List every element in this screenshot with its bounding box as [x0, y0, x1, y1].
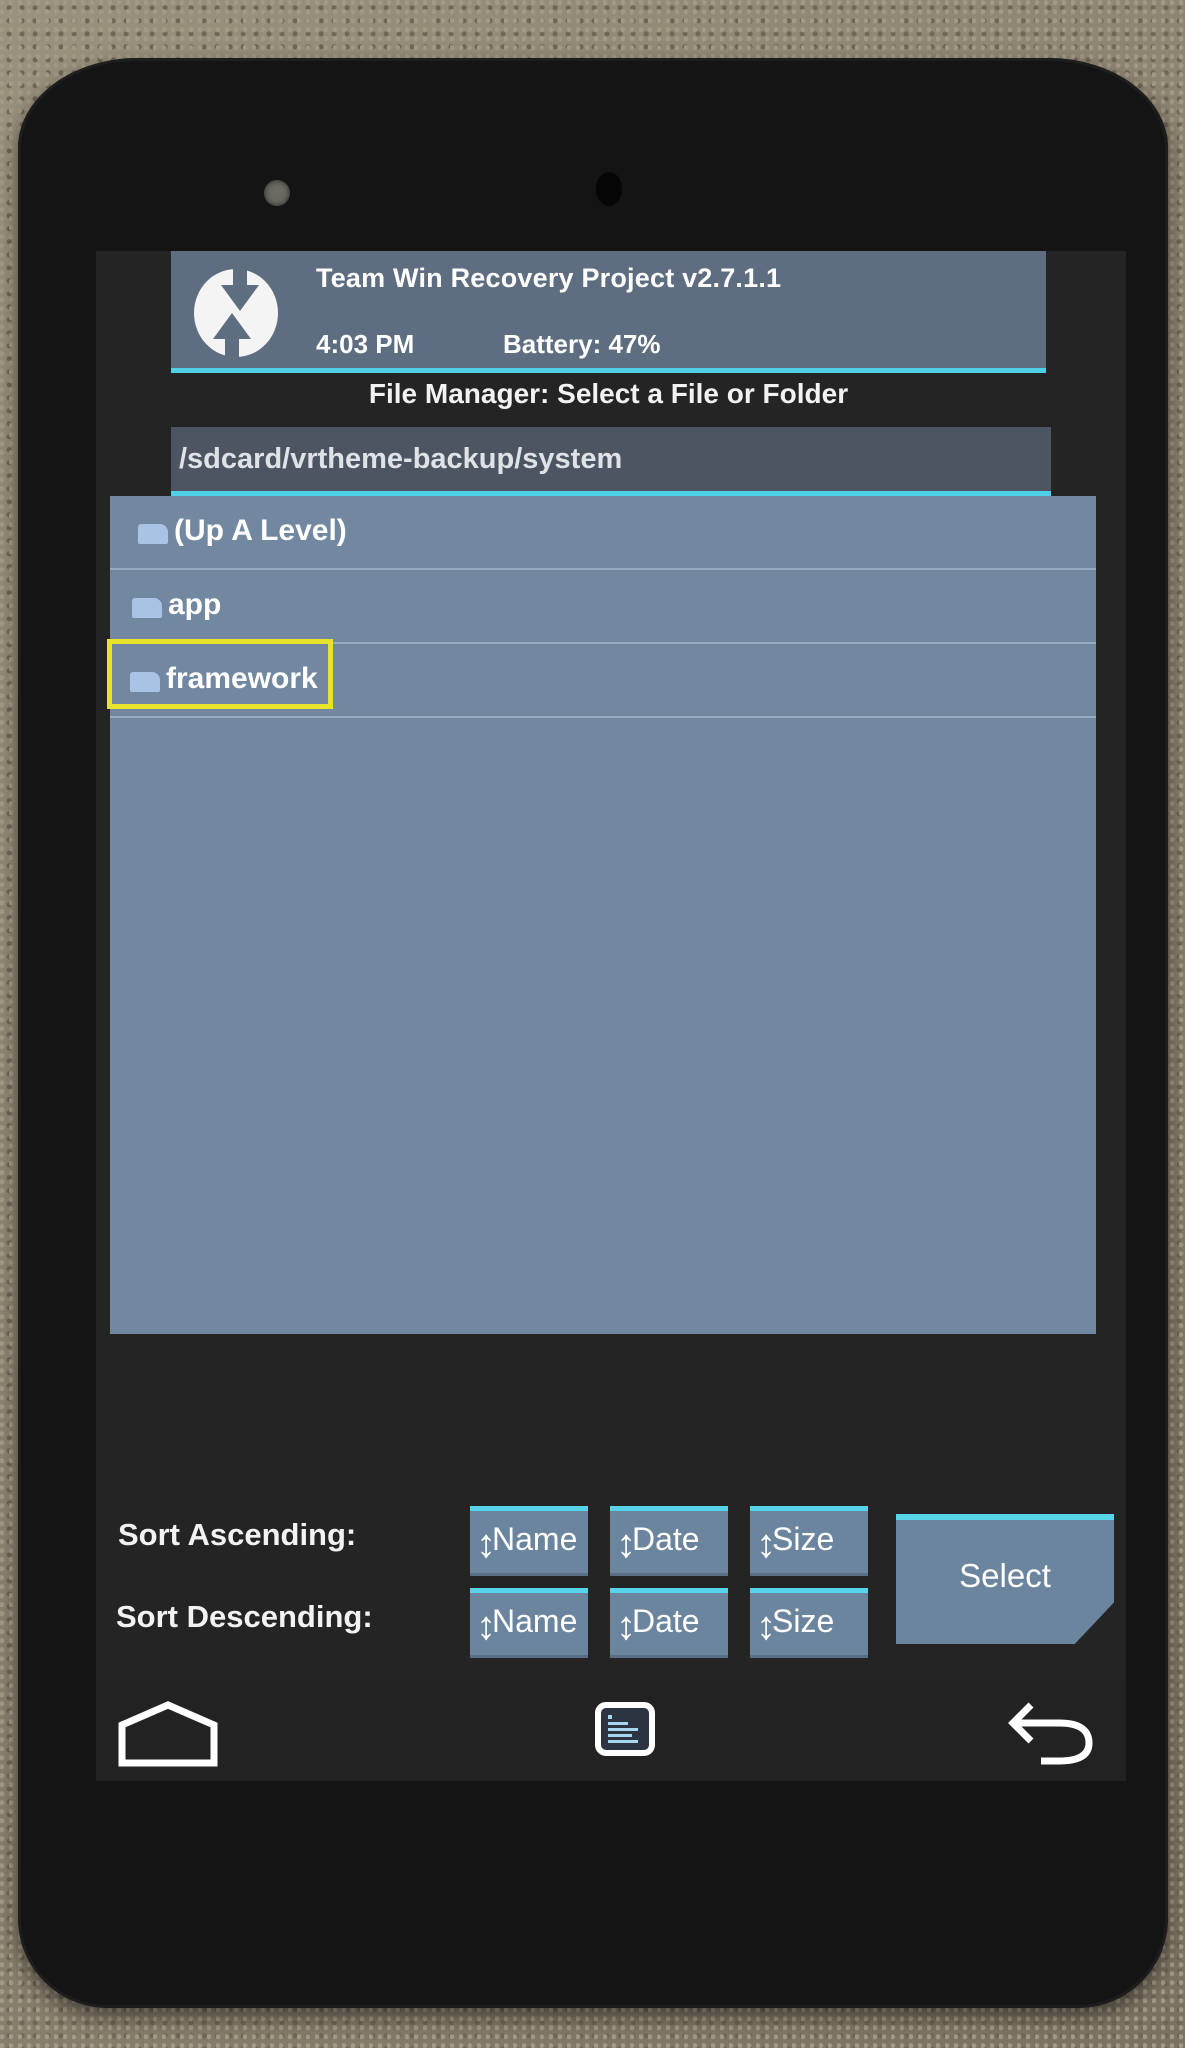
path-bar: /sdcard/vrtheme-backup/system — [171, 427, 1051, 491]
sort-desc-size-button[interactable]: ↕ Size — [750, 1588, 868, 1658]
sort-asc-size-button[interactable]: ↕ Size — [750, 1506, 868, 1576]
phone-body: Team Win Recovery Project v2.7.1.1 4:03 … — [18, 58, 1168, 2008]
console-icon[interactable] — [594, 1701, 656, 1757]
folder-icon — [138, 524, 168, 544]
home-icon[interactable] — [116, 1701, 220, 1769]
page-title: File Manager: Select a File or Folder — [368, 378, 849, 409]
navigation-bar — [96, 1681, 1126, 1781]
header-bar: Team Win Recovery Project v2.7.1.1 4:03 … — [171, 251, 1046, 368]
recovery-screen: Team Win Recovery Project v2.7.1.1 4:03 … — [96, 251, 1126, 1781]
back-icon[interactable] — [1001, 1695, 1101, 1771]
highlight-annotation-box — [107, 639, 333, 709]
select-button[interactable]: Select — [896, 1514, 1114, 1644]
front-camera — [596, 172, 622, 206]
app-title: Team Win Recovery Project v2.7.1.1 — [316, 263, 782, 293]
sort-ascending-label: Sort Ascending: — [118, 1517, 357, 1552]
file-list[interactable]: (Up A Level) app framework — [110, 496, 1096, 1334]
folder-icon — [132, 598, 162, 618]
list-item-up-a-level[interactable]: (Up A Level) — [110, 496, 1096, 570]
sort-descending-label: Sort Descending: — [116, 1599, 373, 1634]
light-sensor — [264, 180, 290, 206]
twrp-logo-icon — [194, 265, 278, 360]
sort-desc-date-button[interactable]: ↕ Date — [610, 1588, 728, 1658]
clock: 4:03 PM — [316, 329, 415, 359]
sort-asc-name-button[interactable]: ↕ Name — [470, 1506, 588, 1576]
battery-status: Battery: 47% — [503, 329, 661, 359]
sort-desc-name-button[interactable]: ↕ Name — [470, 1588, 588, 1658]
list-item-app[interactable]: app — [110, 570, 1096, 644]
current-path: /sdcard/vrtheme-backup/system — [179, 443, 623, 475]
list-item-label: (Up A Level) — [174, 514, 347, 547]
list-item-label: app — [168, 588, 222, 621]
sort-asc-date-button[interactable]: ↕ Date — [610, 1506, 728, 1576]
